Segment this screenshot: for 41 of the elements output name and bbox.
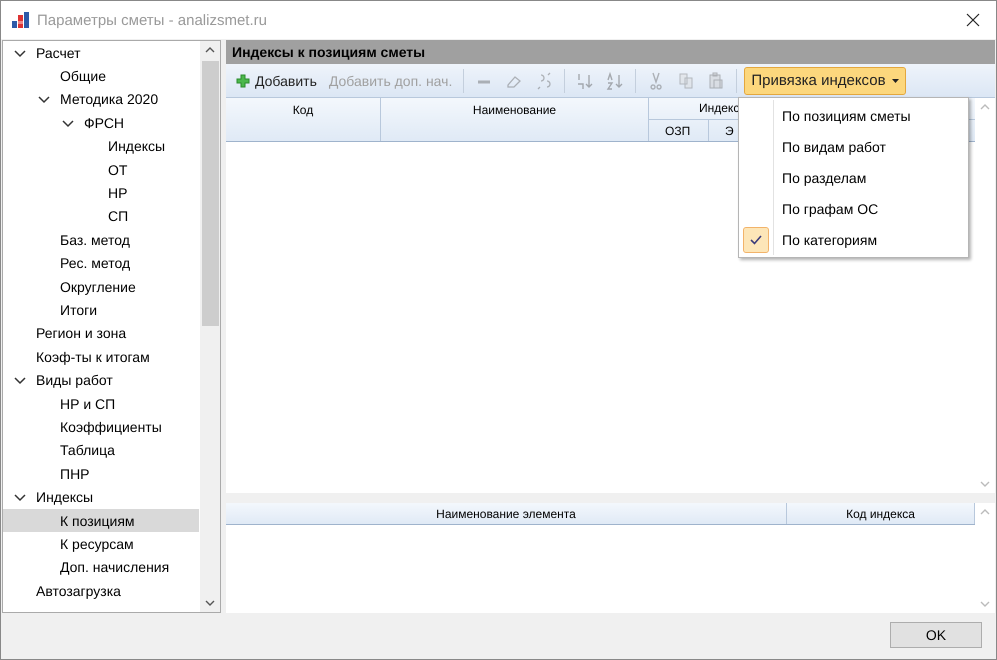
checkmark-icon (743, 226, 769, 252)
tree-item[interactable]: Регион и зона (3, 322, 199, 346)
tree-item[interactable]: Индексы (3, 134, 199, 158)
tree-item[interactable]: Коэф-ты к итогам (3, 345, 199, 368)
tree-item[interactable]: Доп. начисления (3, 556, 199, 579)
tree-item[interactable]: Итоги (3, 298, 199, 322)
panel-title: Индексы к позициям сметы (226, 40, 995, 64)
close-icon (966, 13, 980, 27)
tree-item[interactable]: ПНР (3, 462, 199, 486)
menu-item[interactable]: По разделам (739, 162, 968, 193)
tree-item[interactable]: Методика 2020 (3, 88, 199, 112)
column-header: Код (226, 98, 381, 141)
tree-item[interactable]: Округление (3, 274, 199, 298)
tree-item[interactable]: НР и СП (3, 392, 199, 416)
window-title: Параметры сметы - analizsmet.ru (37, 12, 268, 28)
tree-item[interactable]: К ресурсам (3, 532, 199, 556)
column-header: Наименование (381, 98, 649, 141)
tree-item[interactable]: Общие (3, 64, 199, 88)
app-logo-icon (11, 11, 31, 29)
tree-item[interactable]: Коэффициенты (3, 415, 199, 439)
column-header: ОЗП (649, 120, 709, 141)
tree-item[interactable]: Индексы (3, 485, 199, 509)
tree-item[interactable]: СП (3, 204, 199, 228)
tree-item[interactable]: Расчет (3, 41, 199, 64)
toolbar-button[interactable]: Добавить (232, 70, 321, 92)
tree-item[interactable]: Таблица (3, 438, 199, 462)
dropdown-button[interactable]: Привязка индексов (744, 66, 906, 94)
tree-item[interactable]: НР (3, 181, 199, 205)
tree-item[interactable]: К позициям (3, 508, 199, 532)
ok-button[interactable]: OK (890, 622, 982, 648)
caret-icon (892, 78, 899, 82)
menu-item[interactable]: По графам ОС (739, 193, 968, 224)
menu-item[interactable]: По категориям (739, 224, 968, 255)
plus-icon (236, 74, 250, 88)
tree-item[interactable]: Баз. метод (3, 228, 199, 252)
column-header: Наименование элемента (226, 503, 787, 524)
tree-item[interactable]: Виды работ (3, 368, 199, 392)
tree-item[interactable]: Рес. метод (3, 252, 199, 275)
tree-item[interactable]: Автозагрузка (3, 578, 199, 602)
tree-item[interactable]: ФРСН (3, 111, 199, 135)
tree-item[interactable]: ОТ (3, 158, 199, 182)
